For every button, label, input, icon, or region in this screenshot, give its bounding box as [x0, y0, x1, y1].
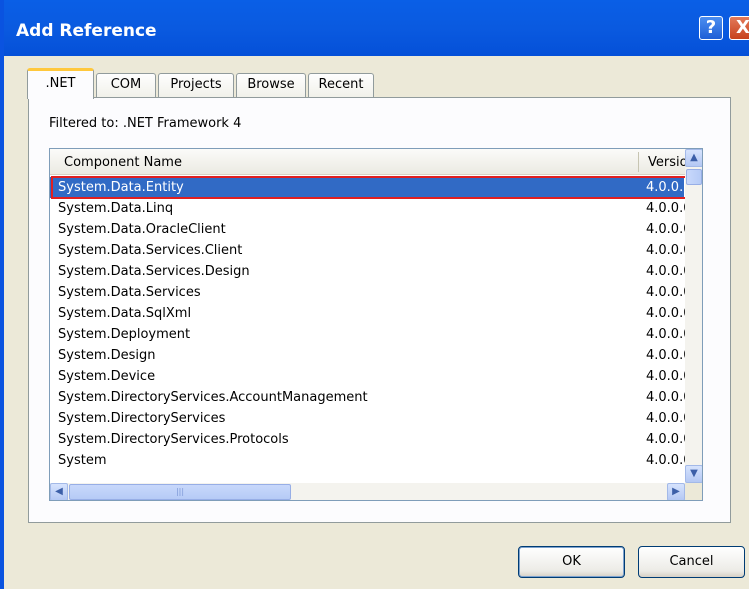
column-divider[interactable] [638, 152, 639, 172]
component-version: 4.0.0.0 [646, 264, 686, 279]
component-name: System [58, 453, 107, 468]
scroll-down-icon[interactable]: ▼ [685, 465, 702, 483]
list-item[interactable]: System.Data.Linq 4.0.0.0 [50, 198, 686, 219]
scroll-right-icon[interactable]: ▶ [667, 483, 685, 500]
tab-dotnet[interactable]: .NET [27, 68, 94, 99]
component-name: System.DirectoryServices.Protocols [58, 432, 289, 447]
list-header: Component Name Version [50, 149, 702, 175]
list-item[interactable]: System.Data.Services.Design 4.0.0.0 [50, 261, 686, 282]
list-item[interactable]: System 4.0.0.0 [50, 450, 686, 471]
component-name: System.Data.Services.Design [58, 264, 250, 279]
component-version: 4.0.0.0 [646, 453, 686, 468]
window-title: Add Reference [16, 21, 157, 41]
component-version: 4.0.0.0 [646, 201, 686, 216]
list-item[interactable]: System.Data.OracleClient 4.0.0.0 [50, 219, 686, 240]
close-button[interactable]: X [729, 16, 749, 40]
column-header-component-name[interactable]: Component Name [64, 155, 182, 170]
list-item[interactable]: System.DirectoryServices.AccountManageme… [50, 387, 686, 408]
component-version: 4.0.0.0 [646, 306, 686, 321]
component-name: System.DirectoryServices [58, 411, 226, 426]
component-list[interactable]: Component Name Version System.Data.Entit… [49, 148, 703, 501]
horizontal-scroll-thumb[interactable]: ||| [69, 484, 291, 500]
vertical-scrollbar[interactable]: ▲ ▼ [685, 149, 702, 483]
component-name: System.Data.SqlXml [58, 306, 192, 321]
component-name: System.Design [58, 348, 156, 363]
component-name: System.Device [58, 369, 156, 384]
scroll-up-icon[interactable]: ▲ [685, 149, 702, 167]
list-item[interactable]: System.Deployment 4.0.0.0 [50, 324, 686, 345]
cancel-button[interactable]: Cancel [638, 546, 745, 578]
add-reference-dialog: Add Reference ? X .NET COM Projects Brow… [0, 0, 749, 589]
ok-button[interactable]: OK [518, 546, 625, 578]
component-version: 4.0.0.0 [646, 222, 686, 237]
tab-com[interactable]: COM [96, 73, 156, 97]
list-item[interactable]: System.DirectoryServices 4.0.0.0 [50, 408, 686, 429]
scroll-left-icon[interactable]: ◀ [50, 483, 68, 500]
list-item[interactable]: System.Device 4.0.0.0 [50, 366, 686, 387]
component-version: 4.0.0.0 [646, 411, 686, 426]
scrollbar-corner [685, 483, 702, 500]
component-version: 4.0.0.0 [646, 243, 686, 258]
component-version: 4.0.0.0 [646, 327, 686, 342]
list-item[interactable]: System.Data.Entity 4.0.0.0 [50, 177, 686, 198]
tab-recent[interactable]: Recent [308, 73, 374, 97]
help-button[interactable]: ? [699, 16, 723, 40]
tab-projects[interactable]: Projects [158, 73, 234, 97]
component-name: System.Data.Entity [58, 180, 184, 195]
list-item[interactable]: System.Data.Services 4.0.0.0 [50, 282, 686, 303]
component-name: System.Data.OracleClient [58, 222, 226, 237]
component-version: 4.0.0.0 [646, 390, 686, 405]
component-version: 4.0.0.0 [646, 432, 686, 447]
component-name: System.Data.Services.Client [58, 243, 243, 258]
vertical-scroll-thumb[interactable] [686, 169, 702, 185]
list-item[interactable]: System.Design 4.0.0.0 [50, 345, 686, 366]
component-version: 4.0.0.0 [646, 180, 686, 195]
filter-label: Filtered to: .NET Framework 4 [49, 116, 242, 131]
tab-panel: Filtered to: .NET Framework 4 Component … [28, 97, 731, 523]
component-name: System.Data.Services [58, 285, 201, 300]
list-item[interactable]: System.Data.SqlXml 4.0.0.0 [50, 303, 686, 324]
column-header-version[interactable]: Version [648, 155, 686, 170]
component-version: 4.0.0.0 [646, 369, 686, 384]
component-name: System.DirectoryServices.AccountManageme… [58, 390, 368, 405]
title-bar[interactable]: Add Reference ? X [4, 0, 749, 56]
component-version: 4.0.0.0 [646, 285, 686, 300]
component-name: System.Deployment [58, 327, 191, 342]
list-item[interactable]: System.Data.Services.Client 4.0.0.0 [50, 240, 686, 261]
component-name: System.Data.Linq [58, 201, 174, 216]
component-version: 4.0.0.0 [646, 348, 686, 363]
horizontal-scrollbar[interactable]: ◀ ||| ▶ [50, 483, 702, 500]
list-item[interactable]: System.DirectoryServices.Protocols 4.0.0… [50, 429, 686, 450]
tab-browse[interactable]: Browse [236, 73, 306, 97]
